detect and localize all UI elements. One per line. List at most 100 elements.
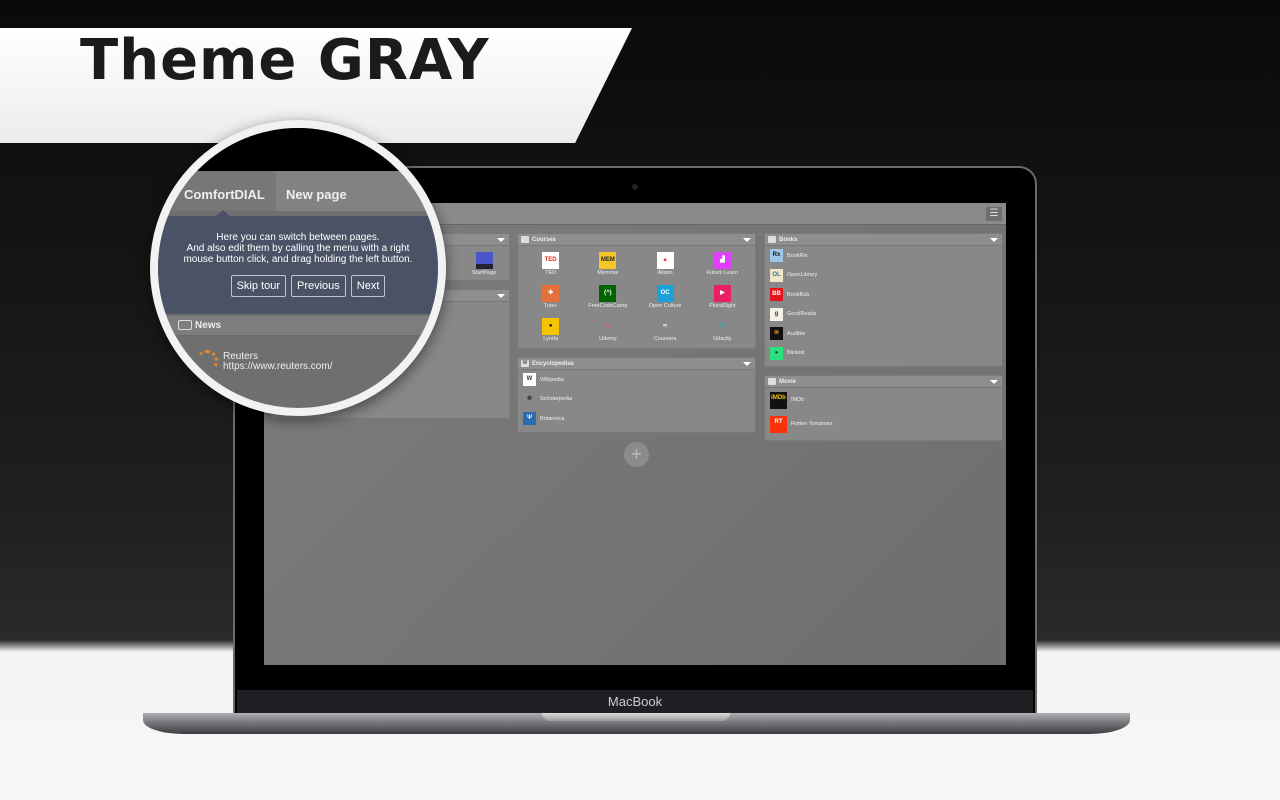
link-label: Udacity <box>713 336 732 342</box>
widget-header: Movie <box>765 376 1002 388</box>
audible-icon: ≋ <box>770 327 783 341</box>
tuts-icon: ✚ <box>542 285 560 302</box>
link-rotten-tomatoes[interactable]: RT Rotten Tomatoes <box>765 412 1002 436</box>
tour-text-line: mouse button click, and drag holding the… <box>183 254 413 265</box>
link-bookbub[interactable]: BB BookBub <box>765 285 1002 305</box>
collapse-caret-icon[interactable] <box>990 238 998 242</box>
books-list: Rx BookRix OL OpenLibrary BB BookBub g GoodRead… <box>765 246 1002 363</box>
link-bookrix[interactable]: Rx BookRix <box>765 246 1002 266</box>
startpage-icon <box>475 252 493 269</box>
skip-tour-button[interactable]: Skip tour <box>230 275 286 297</box>
link-label: Tuts+ <box>543 303 558 309</box>
link-label: Future Learn <box>706 270 739 276</box>
tab-comfortdial[interactable]: ComfortDIAL <box>158 171 276 211</box>
link-label: GoodReads <box>787 311 817 318</box>
link-label: Open Culture <box>648 303 682 309</box>
laptop-brand: MacBook <box>607 694 663 709</box>
widget-title: Movie <box>779 379 797 385</box>
tile-udacity[interactable]: U Udacity <box>694 316 751 349</box>
widget-header: Courses <box>518 234 755 246</box>
collapse-caret-icon[interactable] <box>743 362 751 366</box>
tile-ted[interactable]: TED TED <box>522 250 579 283</box>
tile-future-learn[interactable]: ▟ Future Learn <box>694 250 751 283</box>
tile-udemy[interactable]: u Udemy <box>579 316 636 349</box>
link-label: TED <box>545 270 557 276</box>
udemy-icon: u <box>606 323 610 329</box>
tile-memrise[interactable]: MEM Memrise <box>579 250 636 283</box>
camera <box>632 184 638 190</box>
scholarpedia-icon: ✺ <box>526 395 533 402</box>
widget-movie: Movie IMDb IMDb RT Rotten Tomatoes <box>764 375 1003 441</box>
book-icon <box>521 236 529 243</box>
news-item-url: https://www.reuters.com/ <box>223 361 333 372</box>
tour-text-line: And also edit them by calling the menu w… <box>186 243 410 254</box>
previous-button[interactable]: Previous <box>291 275 346 297</box>
link-label: Blinkist <box>787 350 805 357</box>
tile-pluralsight[interactable]: ▶ PluralSight <box>694 283 751 316</box>
collapse-caret-icon[interactable] <box>497 294 505 298</box>
news-header: News <box>158 316 438 336</box>
book-icon <box>768 236 776 243</box>
collapse-caret-icon[interactable] <box>497 238 505 242</box>
link-openlibrary[interactable]: OL OpenLibrary <box>765 266 1002 286</box>
link-label: OpenLibrary <box>787 272 818 279</box>
coursera-icon: ∞ <box>662 323 668 329</box>
collapse-caret-icon[interactable] <box>990 380 998 384</box>
openlibrary-icon: OL <box>770 268 783 282</box>
imdb-icon: IMDb <box>770 391 787 409</box>
link-label: FreeCodeCamp <box>588 303 628 309</box>
ted-icon: TED <box>542 252 560 269</box>
alison-icon: ▲ <box>656 252 674 269</box>
link-imdb[interactable]: IMDb IMDb <box>765 388 1002 412</box>
news-item-reuters[interactable]: Reuters https://www.reuters.com/ <box>223 352 332 372</box>
tile-lynda[interactable]: ● Lynda <box>522 316 579 349</box>
tile-coursera[interactable]: ∞ Coursera <box>637 316 694 349</box>
link-label: Coursera <box>653 336 677 342</box>
link-wikipedia[interactable]: W Wikipedia <box>518 370 755 390</box>
link-label: Memrise <box>597 270 619 276</box>
wikipedia-icon: W <box>523 373 536 387</box>
laptop-notch <box>542 713 730 721</box>
tile-startpage[interactable]: StartPage <box>461 250 507 283</box>
tile-freecodecamp[interactable]: (^) FreeCodeCamp <box>579 283 636 316</box>
widget-encyclopedias: W Encyclopedias W Wikipedia ✺ Scholarpedia Ψ B… <box>517 357 756 433</box>
add-widget-button[interactable]: + <box>624 442 649 467</box>
widget-header: W Encyclopedias <box>518 358 755 370</box>
link-label: PluralSight <box>709 303 736 309</box>
link-goodreads[interactable]: g GoodReads <box>765 305 1002 325</box>
open-culture-icon: OC <box>656 285 674 302</box>
link-audible[interactable]: ≋ Audible <box>765 324 1002 344</box>
widget-courses: Courses TED TED MEM Memrise ▲ Alison ▟ Future L… <box>517 233 756 349</box>
link-label: BookBub <box>787 291 810 298</box>
link-label: Rotten Tomatoes <box>791 421 833 427</box>
tile-tuts[interactable]: ✚ Tuts+ <box>522 283 579 316</box>
banner-title: Theme GRAY <box>80 28 490 93</box>
link-label: BookRix <box>787 252 808 259</box>
britannica-icon: Ψ <box>523 412 536 426</box>
future-learn-icon: ▟ <box>713 252 731 269</box>
rotten-tomatoes-icon: RT <box>770 415 787 433</box>
reuters-icon <box>196 350 218 372</box>
tab-new-page[interactable]: New page <box>286 187 347 202</box>
collapse-caret-icon[interactable] <box>743 238 751 242</box>
link-blinkist[interactable]: ● Blinkist <box>765 344 1002 364</box>
link-label: IMDb <box>791 397 805 403</box>
movie-list: IMDb IMDb RT Rotten Tomatoes <box>765 388 1002 436</box>
link-label: Lynda <box>543 336 559 342</box>
tour-tooltip: Here you can switch between pages. And a… <box>158 210 438 314</box>
bookrix-icon: Rx <box>770 249 783 263</box>
tile-alison[interactable]: ▲ Alison <box>637 250 694 283</box>
memrise-icon: MEM <box>599 252 617 269</box>
hamburger-icon[interactable]: ☰ <box>986 207 1002 221</box>
courses-grid: TED TED MEM Memrise ▲ Alison ▟ Future Learn ✚ Tut… <box>518 246 755 349</box>
link-label: Alison <box>657 270 673 276</box>
widget-title: Courses <box>532 237 557 243</box>
goodreads-icon: g <box>770 307 783 321</box>
link-label: Udemy <box>599 336 617 342</box>
widget-title: Books <box>779 237 798 243</box>
next-button[interactable]: Next <box>350 275 386 297</box>
link-britannica[interactable]: Ψ Britannica <box>518 409 755 429</box>
link-scholarpedia[interactable]: ✺ Scholarpedia <box>518 390 755 410</box>
tile-open-culture[interactable]: OC Open Culture <box>637 283 694 316</box>
wikipedia-w-icon: W <box>521 360 529 367</box>
